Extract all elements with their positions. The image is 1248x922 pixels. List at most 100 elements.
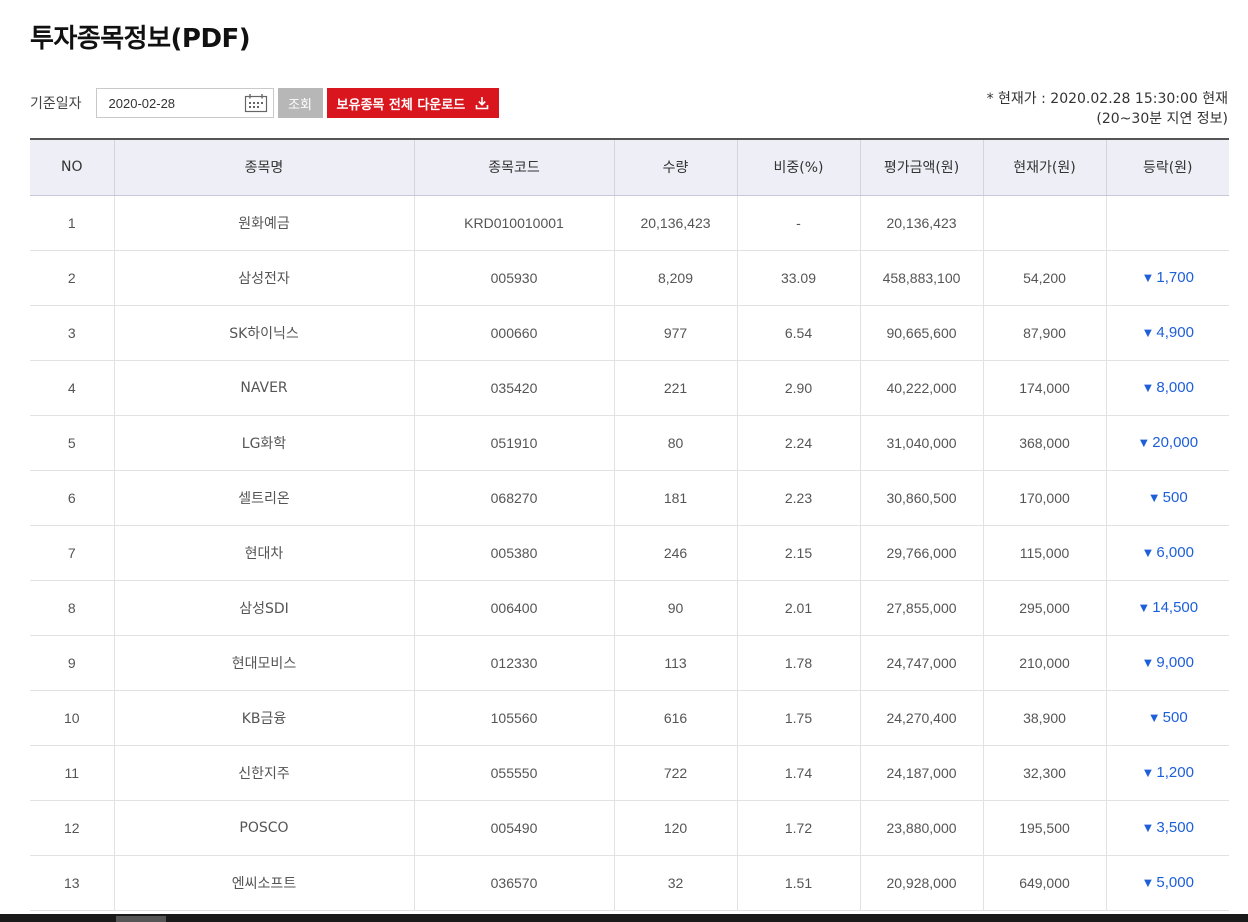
down-arrow-icon: ▼ <box>1141 380 1155 395</box>
quantity: 8,209 <box>613 250 737 306</box>
table-row: 9 현대모비스 012330 113 1.78 24,747,000 210,000 ▼ 9,0… <box>30 635 1229 691</box>
stock-code: 068270 <box>413 470 614 526</box>
asof-delay-note: (20~30분 지연 정보) <box>1096 111 1228 127</box>
table-row: 5 LG화학 051910 80 2.24 31,040,000 368,000 ▼ 20,00… <box>30 415 1229 471</box>
price-change: ▼ 20,000 <box>1105 415 1229 471</box>
valuation: 90,665,600 <box>859 305 983 361</box>
asof-note: * 현재가 : 2020.02.28 15:30:00 현재 (20~30분 지… <box>987 89 1228 129</box>
row-number: 4 <box>30 360 114 416</box>
price-change-value: 14,500 <box>1152 599 1199 616</box>
header-change: 등락(원) <box>1105 138 1229 196</box>
weight: 2.24 <box>736 415 860 471</box>
valuation: 23,880,000 <box>859 800 983 856</box>
row-number: 6 <box>30 470 114 526</box>
header-weight: 비중(%) <box>736 138 860 196</box>
down-arrow-icon: ▼ <box>1137 600 1151 615</box>
price-change-value: 500 <box>1162 489 1188 506</box>
search-button[interactable]: 조회 <box>277 88 323 118</box>
row-number: 1 <box>30 195 114 251</box>
weight: 1.78 <box>736 635 860 691</box>
quantity: 246 <box>613 525 737 581</box>
stock-code: KRD010010001 <box>413 195 614 251</box>
stock-name: 현대모비스 <box>113 635 414 691</box>
current-price: 368,000 <box>982 415 1106 471</box>
table-row: 3 SK하이닉스 000660 977 6.54 90,665,600 87,900 ▼ 4,9… <box>30 305 1229 361</box>
price-change: ▼ 1,200 <box>1105 745 1229 801</box>
stock-name: 삼성SDI <box>113 580 414 636</box>
down-arrow-icon: ▼ <box>1137 435 1151 450</box>
price-change-value: 4,900 <box>1156 324 1194 341</box>
valuation: 30,860,500 <box>859 470 983 526</box>
stock-code: 012330 <box>413 635 614 691</box>
row-number: 10 <box>30 690 114 746</box>
stock-code: 000660 <box>413 305 614 361</box>
current-price: 295,000 <box>982 580 1106 636</box>
price-change <box>1105 195 1229 251</box>
stock-code: 055550 <box>413 745 614 801</box>
row-number: 2 <box>30 250 114 306</box>
quantity: 221 <box>613 360 737 416</box>
header-value: 평가금액(원) <box>859 138 983 196</box>
row-number: 13 <box>30 855 114 911</box>
stock-code: 035420 <box>413 360 614 416</box>
stock-name: KB금융 <box>113 690 414 746</box>
stock-name: 엔씨소프트 <box>113 855 414 911</box>
valuation: 458,883,100 <box>859 250 983 306</box>
quantity: 32 <box>613 855 737 911</box>
weight: 1.74 <box>736 745 860 801</box>
stock-name: LG화학 <box>113 415 414 471</box>
price-change: ▼ 500 <box>1105 470 1229 526</box>
down-arrow-icon: ▼ <box>1141 545 1155 560</box>
quantity: 616 <box>613 690 737 746</box>
table-row: 1 원화예금 KRD010010001 20,136,423-20,136,423 <box>30 195 1229 251</box>
current-price: 54,200 <box>982 250 1106 306</box>
stock-name: 신한지주 <box>113 745 414 801</box>
date-label: 기준일자 <box>30 96 82 112</box>
stock-code: 005380 <box>413 525 614 581</box>
quantity: 722 <box>613 745 737 801</box>
asof-timestamp: * 현재가 : 2020.02.28 15:30:00 현재 <box>986 91 1228 107</box>
current-price: 649,000 <box>982 855 1106 911</box>
download-all-button[interactable]: 보유종목 전체 다운로드 <box>326 88 500 118</box>
quantity: 90 <box>613 580 737 636</box>
date-input[interactable]: 2020-02-28 <box>95 88 274 118</box>
down-arrow-icon: ▼ <box>1147 490 1161 505</box>
stock-name: 삼성전자 <box>113 250 414 306</box>
current-price: 170,000 <box>982 470 1106 526</box>
weight: 33.09 <box>736 250 860 306</box>
price-change-value: 9,000 <box>1156 654 1194 671</box>
price-change-value: 1,700 <box>1156 269 1194 286</box>
download-all-label: 보유종목 전체 다운로드 <box>336 97 466 113</box>
price-change: ▼ 4,900 <box>1105 305 1229 361</box>
quantity: 181 <box>613 470 737 526</box>
row-number: 3 <box>30 305 114 361</box>
calendar-icon[interactable] <box>243 92 269 114</box>
price-change: ▼ 6,000 <box>1105 525 1229 581</box>
down-arrow-icon: ▼ <box>1141 820 1155 835</box>
down-arrow-icon: ▼ <box>1141 270 1155 285</box>
holdings-table: NO 종목명 종목코드 수량 비중(%) 평가금액(원) 현재가(원) 등락(원… <box>30 138 1229 911</box>
valuation: 20,136,423 <box>859 195 983 251</box>
valuation: 31,040,000 <box>859 415 983 471</box>
weight: 1.51 <box>736 855 860 911</box>
down-arrow-icon: ▼ <box>1147 710 1161 725</box>
stock-code: 105560 <box>413 690 614 746</box>
table-row: 4 NAVER 035420 221 2.90 40,222,000 174,000 ▼ 8,0… <box>30 360 1229 416</box>
stock-name: 셀트리온 <box>113 470 414 526</box>
horizontal-scrollbar[interactable] <box>0 914 1248 922</box>
date-value[interactable]: 2020-02-28 <box>109 96 176 111</box>
weight: - <box>736 195 860 251</box>
quantity: 977 <box>613 305 737 361</box>
current-price: 38,900 <box>982 690 1106 746</box>
current-price: 32,300 <box>982 745 1106 801</box>
scrollbar-thumb[interactable] <box>116 916 166 922</box>
price-change: ▼ 500 <box>1105 690 1229 746</box>
price-change-value: 6,000 <box>1156 544 1194 561</box>
stock-code: 005930 <box>413 250 614 306</box>
stock-name: SK하이닉스 <box>113 305 414 361</box>
valuation: 29,766,000 <box>859 525 983 581</box>
table-row: 11 신한지주 055550 722 1.74 24,187,000 32,300 ▼ 1,20… <box>30 745 1229 801</box>
price-change: ▼ 3,500 <box>1105 800 1229 856</box>
down-arrow-icon: ▼ <box>1141 875 1155 890</box>
quantity: 20,136,423 <box>613 195 737 251</box>
